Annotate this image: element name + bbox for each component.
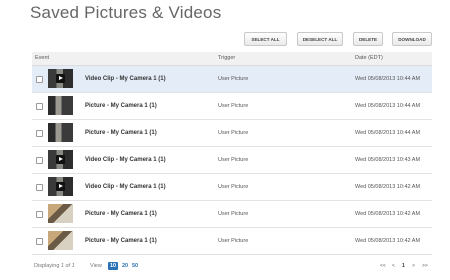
last-page-button[interactable]: >>: [422, 263, 428, 269]
row-checkbox[interactable]: [36, 76, 43, 83]
toolbar: SELECT ALL DESELECT ALL DELETE DOWNLOAD: [0, 32, 450, 46]
delete-button[interactable]: DELETE: [353, 32, 383, 46]
date-value: Wed 05/08/2013 10:44 AM: [355, 130, 421, 136]
event-name[interactable]: Video Clip - My Camera 1 (1): [85, 184, 166, 190]
trigger-value: User Picture: [218, 157, 249, 163]
date-value: Wed 05/08/2013 10:42 AM: [355, 238, 421, 244]
trigger-value: User Picture: [218, 130, 249, 136]
displaying-value: 1 of 1: [60, 263, 75, 269]
prev-page-button[interactable]: <: [392, 263, 395, 269]
play-icon: [56, 74, 65, 83]
video-thumbnail[interactable]: [48, 69, 73, 88]
trigger-value: User Picture: [218, 184, 249, 190]
row-checkbox[interactable]: [36, 184, 43, 191]
trigger-value: User Picture: [218, 238, 249, 244]
date-value: Wed 05/08/2013 10:42 AM: [355, 184, 421, 190]
view-50-option[interactable]: 50: [130, 262, 140, 270]
date-value: Wed 05/08/2013 10:44 AM: [355, 103, 421, 109]
table-row[interactable]: Picture - My Camera 1 (1) User Picture W…: [32, 120, 432, 147]
view-label: View: [90, 263, 102, 269]
table-row[interactable]: Picture - My Camera 1 (1) User Picture W…: [32, 201, 432, 228]
event-name[interactable]: Picture - My Camera 1 (1): [85, 103, 157, 109]
row-checkbox[interactable]: [36, 211, 43, 218]
date-value: Wed 05/08/2013 10:44 AM: [355, 76, 421, 82]
row-checkbox[interactable]: [36, 103, 43, 110]
event-name[interactable]: Picture - My Camera 1 (1): [85, 211, 157, 217]
picture-thumbnail[interactable]: [48, 204, 73, 223]
select-all-button[interactable]: SELECT ALL: [244, 32, 287, 46]
date-value: Wed 05/08/2013 10:42 AM: [355, 211, 421, 217]
date-column-header: Date (EDT): [355, 55, 383, 61]
event-name[interactable]: Video Clip - My Camera 1 (1): [85, 76, 166, 82]
first-page-button[interactable]: <<: [380, 263, 386, 269]
deselect-all-button[interactable]: DESELECT ALL: [297, 32, 343, 46]
displaying-label: Displaying: [34, 263, 60, 269]
current-page: 1: [402, 263, 405, 269]
picture-thumbnail[interactable]: [48, 123, 73, 142]
event-name[interactable]: Video Clip - My Camera 1 (1): [85, 157, 166, 163]
table-header: Event Trigger Date (EDT): [32, 52, 432, 66]
next-page-button[interactable]: >: [412, 263, 415, 269]
trigger-value: User Picture: [218, 76, 249, 82]
picture-thumbnail[interactable]: [48, 96, 73, 115]
view-10-option[interactable]: 10: [108, 262, 119, 270]
trigger-value: User Picture: [218, 103, 249, 109]
table-row[interactable]: Picture - My Camera 1 (1) User Picture W…: [32, 228, 432, 255]
picture-thumbnail[interactable]: [48, 231, 73, 250]
video-thumbnail[interactable]: [48, 150, 73, 169]
view-20-option[interactable]: 20: [120, 262, 130, 270]
table-row[interactable]: Video Clip - My Camera 1 (1) User Pictur…: [32, 174, 432, 201]
play-icon: [56, 182, 65, 191]
date-value: Wed 05/08/2013 10:43 AM: [355, 157, 421, 163]
table-row[interactable]: Video Clip - My Camera 1 (1) User Pictur…: [32, 147, 432, 174]
download-button[interactable]: DOWNLOAD: [392, 32, 432, 46]
page-title: Saved Pictures & Videos: [30, 3, 222, 22]
video-thumbnail[interactable]: [48, 177, 73, 196]
table-row[interactable]: Video Clip - My Camera 1 (1) User Pictur…: [32, 66, 432, 93]
row-checkbox[interactable]: [36, 157, 43, 164]
trigger-column-header: Trigger: [218, 55, 236, 61]
row-checkbox[interactable]: [36, 130, 43, 137]
event-name[interactable]: Picture - My Camera 1 (1): [85, 130, 157, 136]
row-checkbox[interactable]: [36, 238, 43, 245]
event-name[interactable]: Picture - My Camera 1 (1): [85, 238, 157, 244]
event-column-header: Event: [35, 55, 50, 61]
media-list: Video Clip - My Camera 1 (1) User Pictur…: [32, 66, 432, 255]
displaying-status: Displaying 1 of 1: [34, 263, 75, 269]
table-row[interactable]: Picture - My Camera 1 (1) User Picture W…: [32, 93, 432, 120]
play-icon: [56, 155, 65, 164]
trigger-value: User Picture: [218, 211, 249, 217]
table-footer: Displaying 1 of 1 View 10 20 50 << < 1 >…: [32, 262, 432, 272]
